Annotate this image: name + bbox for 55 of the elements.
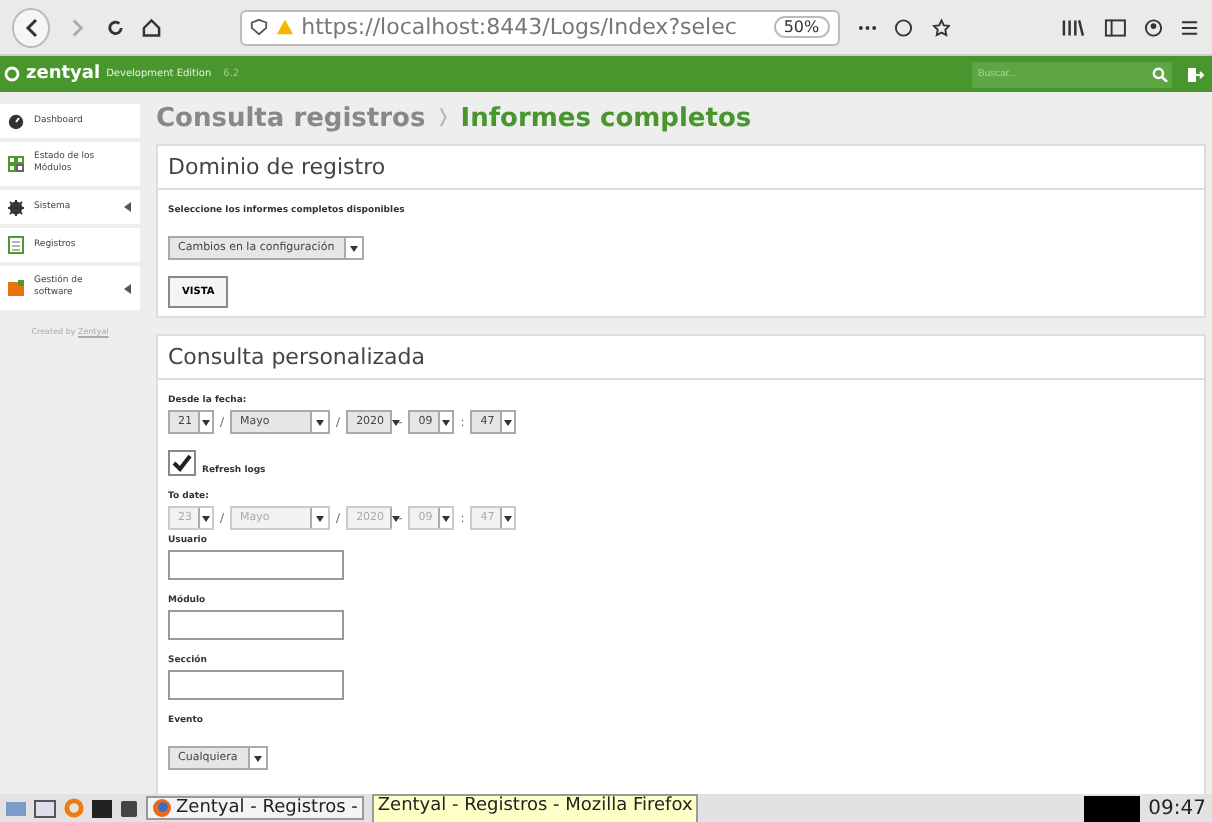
sidebar-icon[interactable] xyxy=(1103,17,1126,37)
logout-icon[interactable] xyxy=(1186,65,1204,83)
menu-icon[interactable] xyxy=(1180,17,1200,37)
shield-icon xyxy=(249,18,268,36)
window-icon[interactable] xyxy=(34,799,56,817)
terminal-icon[interactable] xyxy=(92,799,112,817)
panel-title: Dominio de registro xyxy=(158,146,1204,190)
input-field[interactable] xyxy=(168,610,344,640)
gauge-icon xyxy=(8,113,24,129)
monitor-graph-icon xyxy=(1084,795,1141,821)
document-icon xyxy=(8,236,24,254)
caret-icon xyxy=(392,515,401,521)
back-button[interactable] xyxy=(12,7,51,47)
logo-icon xyxy=(4,66,20,82)
zoom-level[interactable]: 50% xyxy=(773,16,830,38)
tooltip: Zentyal - Registros - Mozilla Firefox xyxy=(371,793,699,822)
caret-icon xyxy=(504,419,513,425)
checklist-icon xyxy=(8,156,24,172)
caret-icon xyxy=(316,515,325,521)
caret-icon xyxy=(316,419,325,425)
caret-icon xyxy=(350,245,358,251)
reload-icon[interactable] xyxy=(105,17,125,37)
caret-icon xyxy=(392,419,401,425)
account-icon[interactable] xyxy=(1143,17,1163,37)
caret-icon xyxy=(504,515,513,521)
taskbar-item[interactable]: Zentyal - Registros - xyxy=(146,796,364,820)
address-bar[interactable]: https://localhost:8443/Logs/Index?selec 50% xyxy=(239,9,840,45)
window-icon[interactable] xyxy=(120,799,138,817)
home-icon[interactable] xyxy=(142,17,162,37)
package-icon xyxy=(8,280,24,296)
library-icon[interactable] xyxy=(1062,17,1086,37)
more-icon[interactable] xyxy=(857,23,877,31)
panel-title: Consulta personalizada xyxy=(158,336,1204,380)
clock: 09:47 xyxy=(1148,797,1206,819)
checkbox[interactable] xyxy=(168,450,196,476)
input-field[interactable] xyxy=(168,670,344,700)
caret-icon xyxy=(254,755,262,761)
warning-icon xyxy=(275,18,294,36)
star-icon[interactable] xyxy=(931,17,951,37)
globe-icon xyxy=(152,798,172,818)
caret-icon xyxy=(124,202,132,212)
breadcrumb-separator: ❭ xyxy=(435,108,451,128)
back-icon xyxy=(21,17,42,37)
brand-name: zentyal xyxy=(26,64,101,84)
url-text: https://localhost:8443/Logs/Index?selec xyxy=(301,14,739,40)
caret-icon xyxy=(442,419,451,425)
gear-icon xyxy=(8,199,24,215)
page-title: Informes completos xyxy=(460,103,752,133)
caret-icon xyxy=(442,515,451,521)
input-field[interactable] xyxy=(168,550,344,580)
caret-icon xyxy=(202,419,210,425)
download-icon[interactable] xyxy=(894,17,914,37)
caret-icon xyxy=(202,515,210,521)
search-icon xyxy=(1148,61,1172,87)
caret-icon xyxy=(124,283,132,293)
